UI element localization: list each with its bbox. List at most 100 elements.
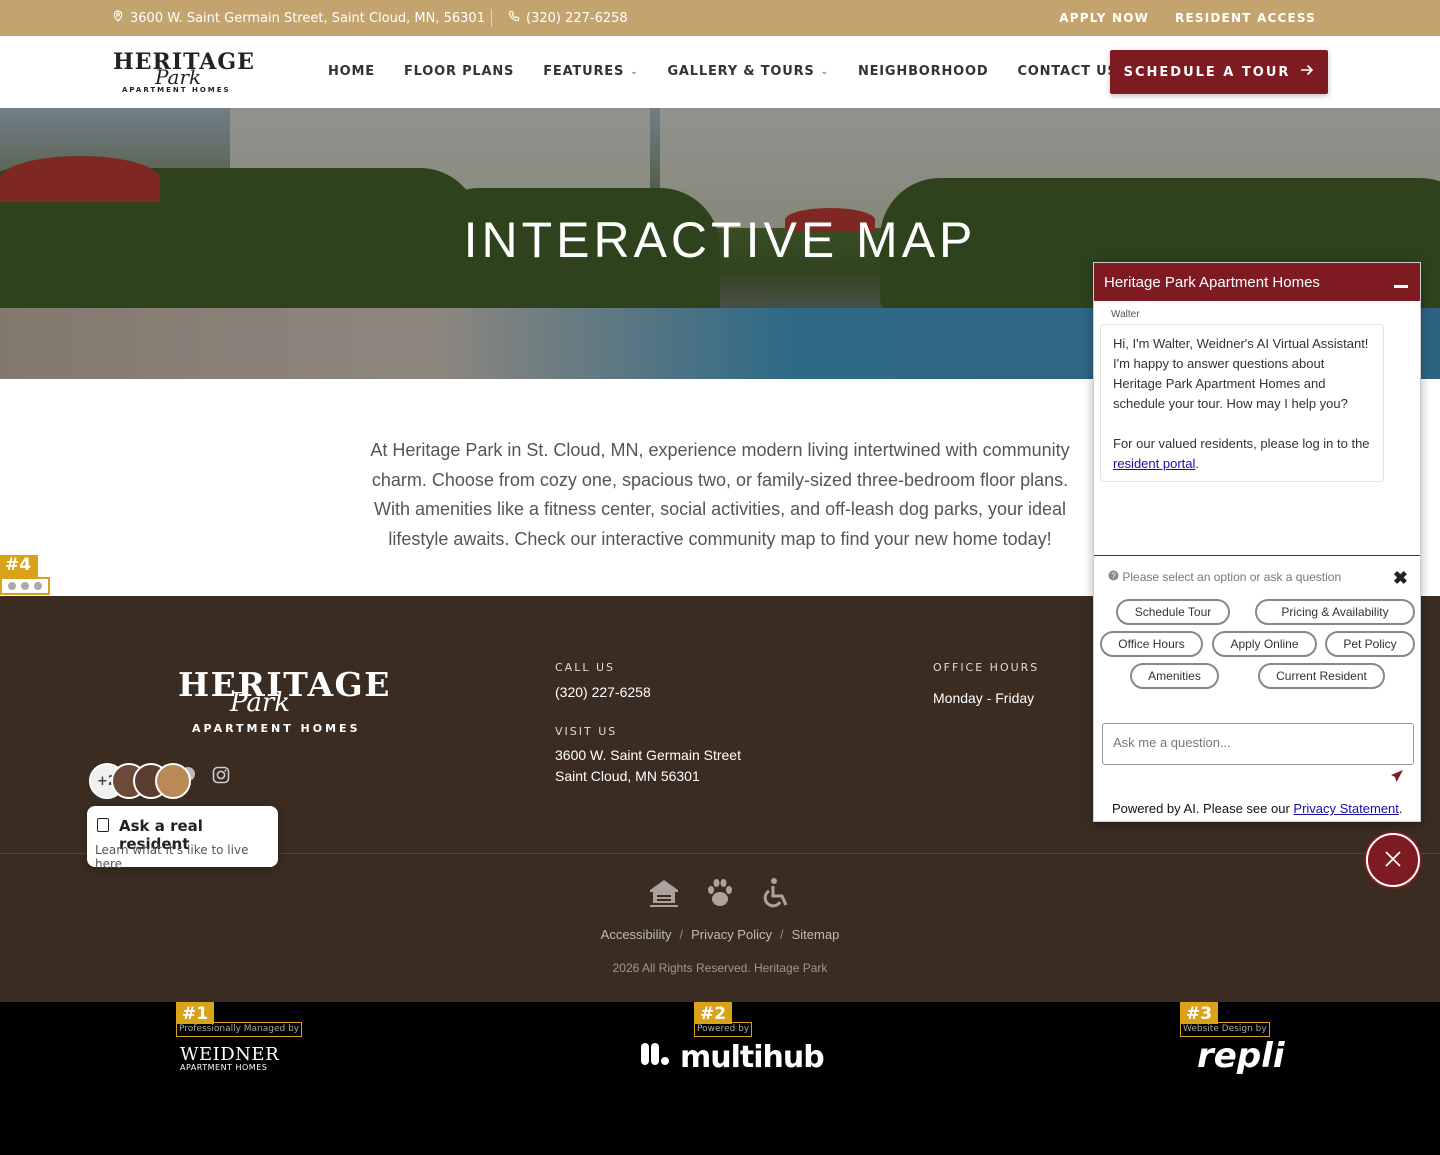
nav-gallery[interactable]: GALLERY & TOURS ⌄ [667, 64, 828, 79]
agent-name: Walter [1111, 309, 1140, 320]
footer-phone[interactable]: (320) 227-6258 [555, 682, 651, 703]
chat-prompt: ? Please select an option or ask a quest… [1108, 570, 1341, 584]
logo-apartment-homes: APARTMENT HOMES [122, 86, 231, 94]
office-hours-text: Monday - Friday [933, 690, 1035, 706]
powered-by-label: Powered by [694, 1022, 753, 1037]
footer-links: Accessibility / Privacy Policy / Sitemap [0, 927, 1440, 942]
schedule-tour-label: SCHEDULE A TOUR [1123, 64, 1291, 80]
chip-pricing[interactable]: Pricing & Availability [1255, 599, 1415, 625]
nav-floor-plans[interactable]: FLOOR PLANS [404, 64, 514, 79]
phone-icon [508, 10, 520, 26]
close-icon[interactable]: ✖ [1393, 568, 1408, 589]
chevron-down-icon: ⌄ [630, 66, 639, 77]
chevron-down-icon: ⌄ [820, 66, 829, 77]
intro-text: At Heritage Park in St. Cloud, MN, exper… [370, 440, 1070, 549]
chip-office-hours[interactable]: Office Hours [1100, 631, 1203, 657]
weidner-sub: APARTMENT HOMES [180, 1063, 268, 1072]
visit-us-heading: VISIT US [555, 725, 618, 738]
chat-disclaimer: Powered by AI. Please see our Privacy St… [1112, 801, 1403, 816]
multihub-logo[interactable]: multihub [640, 1040, 825, 1075]
footer-city[interactable]: Saint Cloud, MN 56301 [555, 766, 700, 787]
sitemap-link[interactable]: Sitemap [792, 927, 840, 942]
marker-badge: #3 [1180, 1002, 1219, 1024]
location-pin-icon [112, 10, 124, 26]
chat-message: Hi, I'm Walter, Weidner's AI Virtual Ass… [1100, 324, 1384, 482]
nav-home[interactable]: HOME [328, 64, 375, 79]
link-separator: / [679, 927, 684, 942]
chip-pet-policy[interactable]: Pet Policy [1325, 631, 1415, 657]
chat-prompt-text: Please select an option or ask a questio… [1122, 570, 1342, 584]
chat-header: Heritage Park Apartment Homes [1094, 263, 1420, 301]
top-bar: 3600 W. Saint Germain Street, Saint Clou… [0, 0, 1440, 36]
address-link[interactable]: 3600 W. Saint Germain Street, Saint Clou… [112, 10, 485, 26]
chip-amenities[interactable]: Amenities [1130, 663, 1219, 689]
chip-schedule-tour[interactable]: Schedule Tour [1116, 599, 1230, 625]
resident-avatars[interactable]: +2 [89, 763, 191, 801]
call-us-heading: CALL US [555, 661, 615, 674]
chat-message-text-2: For our valued residents, please log in … [1113, 436, 1370, 471]
weidner-logo[interactable]: WEIDNER APARTMENT HOMES [180, 1044, 279, 1072]
close-icon [1384, 846, 1402, 874]
office-hours-heading: OFFICE HOURS [933, 661, 1040, 674]
accessibility-icon [759, 877, 793, 917]
phone-text: (320) 227-6258 [526, 10, 628, 26]
ask-resident-card[interactable]: Ask a real resident Learn what it's like… [87, 806, 278, 871]
nav-contact[interactable]: CONTACT US [1017, 64, 1117, 79]
nav-neighborhood[interactable]: NEIGHBORHOOD [858, 64, 989, 79]
schedule-tour-button[interactable]: SCHEDULE A TOUR [1110, 50, 1328, 94]
nav-features-label: FEATURES [543, 64, 625, 79]
chat-divider [1094, 555, 1420, 556]
question-circle-icon: ? [1108, 570, 1122, 584]
chip-current-resident[interactable]: Current Resident [1258, 663, 1385, 689]
chat-widget: Heritage Park Apartment Homes Walter Hi,… [1093, 262, 1421, 822]
footer-logo-apartment-homes: APARTMENT HOMES [192, 722, 361, 735]
copyright: 2026 All Rights Reserved. Heritage Park [612, 961, 828, 975]
arrow-right-icon [1300, 64, 1314, 80]
chat-title: Heritage Park Apartment Homes [1104, 274, 1320, 291]
privacy-policy-link[interactable]: Privacy Policy [691, 927, 772, 942]
pet-friendly-icon [703, 877, 737, 917]
accessibility-link[interactable]: Accessibility [601, 927, 672, 942]
chat-message-text: Hi, I'm Walter, Weidner's AI Virtual Ass… [1113, 336, 1369, 411]
apply-now-link[interactable]: APPLY NOW [1059, 11, 1149, 25]
chat-disclaimer-text: Powered by AI. Please see our [1112, 801, 1290, 816]
weidner-name: WEIDNER [180, 1044, 280, 1065]
instagram-icon[interactable] [212, 766, 230, 789]
footer-logo[interactable]: HERITAGE Park APARTMENT HOMES [178, 668, 389, 738]
marker-badge: #2 [694, 1002, 733, 1024]
chip-apply-online[interactable]: Apply Online [1212, 631, 1317, 657]
send-icon[interactable] [1390, 769, 1404, 788]
loading-dots [0, 577, 50, 595]
repli-logo[interactable]: repli [1197, 1036, 1284, 1076]
multihub-mark-icon [640, 1041, 670, 1074]
phone-link[interactable]: (320) 227-6258 [508, 10, 628, 26]
ask-resident-subtitle: Learn what it's like to live here [95, 843, 249, 871]
resident-note: For our valued residents, please log in … [1113, 436, 1370, 451]
footer-logo-park: Park [230, 688, 291, 718]
avatar [155, 763, 191, 799]
chat-bubble-icon [97, 818, 109, 832]
website-design-label: Website Design by [1180, 1022, 1270, 1037]
link-separator: / [780, 927, 784, 942]
address-text: 3600 W. Saint Germain Street, Saint Clou… [130, 10, 485, 26]
chat-close-button[interactable] [1366, 833, 1420, 887]
minimize-icon[interactable] [1394, 285, 1408, 288]
compliance-icons [647, 877, 793, 917]
divider [491, 9, 492, 27]
equal-housing-icon [647, 877, 681, 917]
svg-text:?: ? [1111, 572, 1116, 581]
resident-access-link[interactable]: RESIDENT ACCESS [1175, 11, 1316, 25]
managed-by-label: Professionally Managed by [176, 1022, 303, 1037]
page-title: INTERACTIVE MAP [463, 212, 977, 268]
site-header: HERITAGE Park APARTMENT HOMES HOME FLOOR… [0, 36, 1440, 108]
footer-street[interactable]: 3600 W. Saint Germain Street [555, 745, 741, 766]
marker-badge: #1 [176, 1002, 215, 1024]
resident-portal-link[interactable]: resident portal [1113, 456, 1195, 471]
main-nav: HOME FLOOR PLANS FEATURES ⌄ GALLERY & TOU… [328, 64, 1118, 79]
nav-features[interactable]: FEATURES ⌄ [543, 64, 638, 79]
chat-input[interactable]: Ask me a question... [1102, 723, 1414, 765]
multihub-wordmark: multihub [680, 1040, 825, 1075]
privacy-statement-link[interactable]: Privacy Statement [1293, 801, 1399, 816]
nav-gallery-label: GALLERY & TOURS [667, 64, 815, 79]
site-logo[interactable]: HERITAGE Park APARTMENT HOMES [113, 50, 254, 96]
